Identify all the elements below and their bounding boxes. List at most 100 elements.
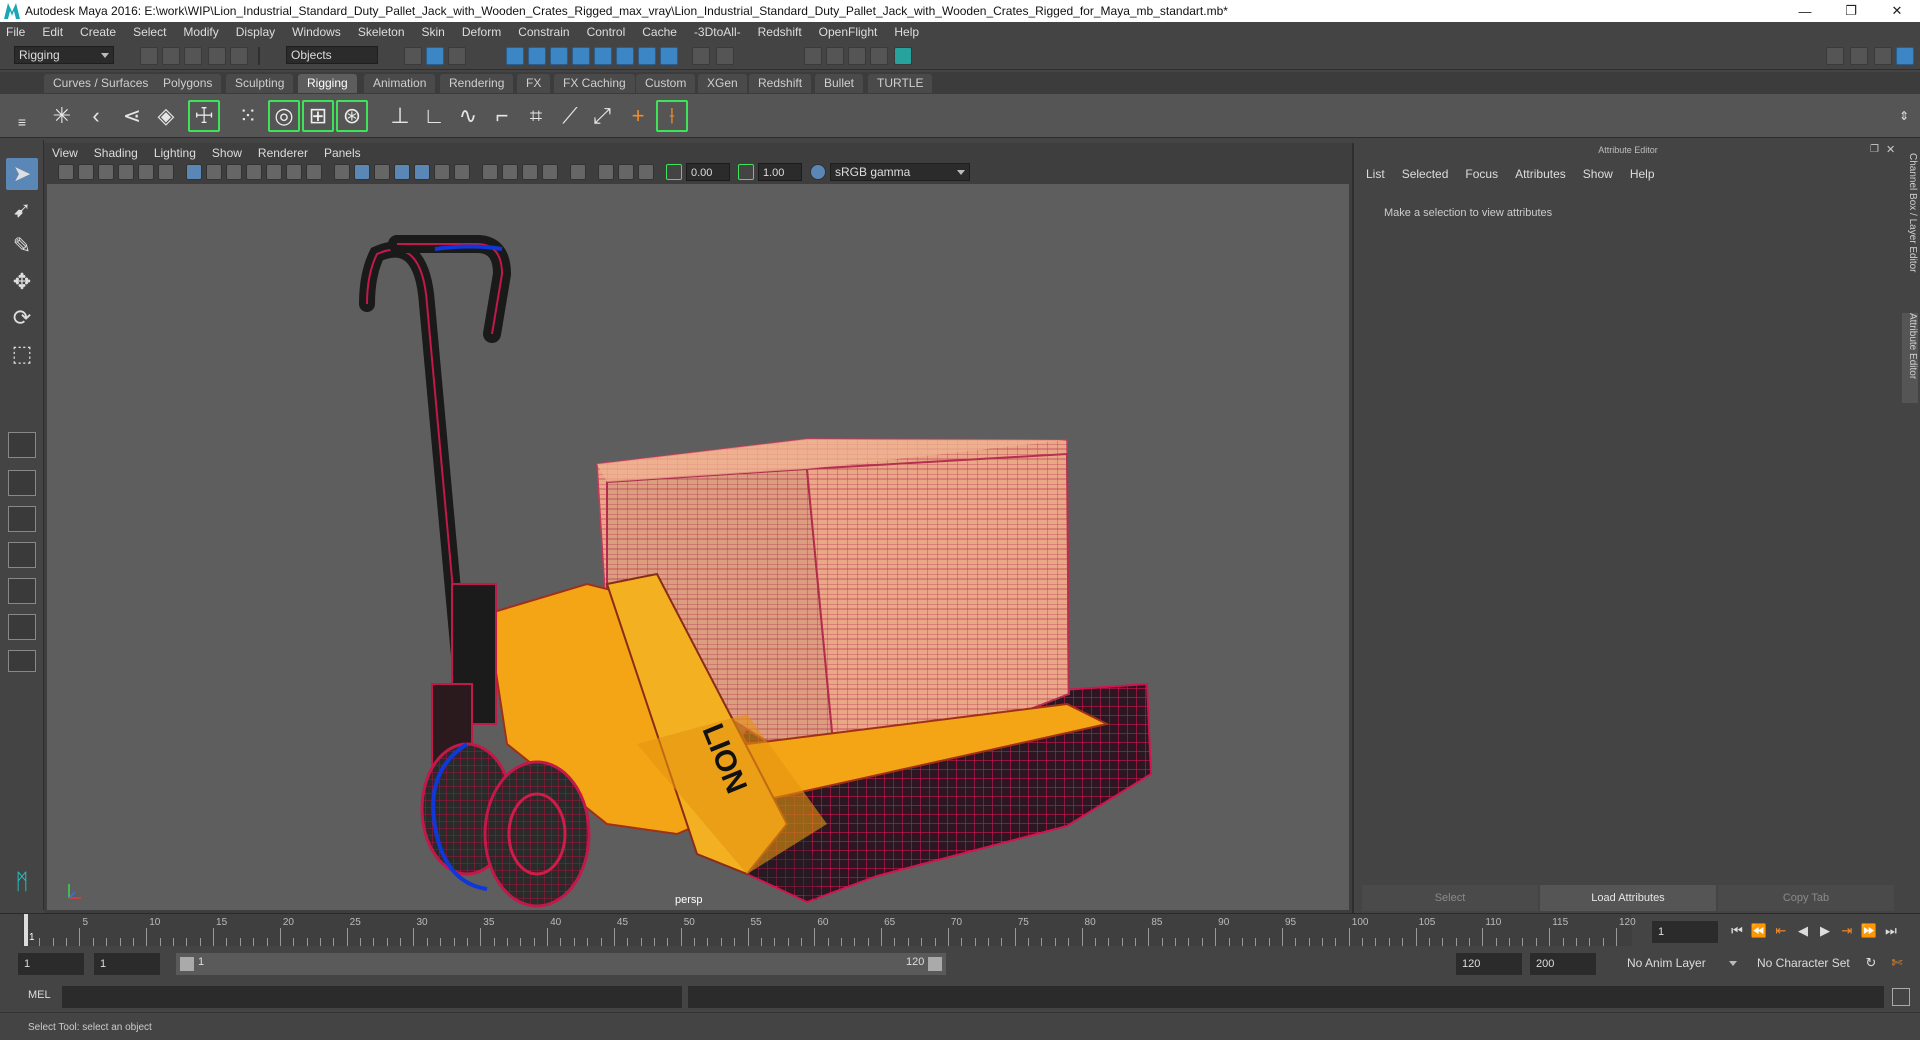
select-hierarchy-icon[interactable]	[404, 47, 422, 65]
snap-uv-icon[interactable]	[660, 47, 678, 65]
load-attributes-button[interactable]: Load Attributes	[1540, 885, 1716, 911]
minimize-button[interactable]: —	[1782, 0, 1828, 22]
go-to-start-icon[interactable]: ⏮	[1728, 922, 1746, 940]
persp-uv-layout-icon[interactable]	[8, 614, 36, 640]
save-scene-icon[interactable]	[184, 47, 202, 65]
ambient-occlusion-icon[interactable]	[482, 164, 498, 180]
menu-select[interactable]: Select	[133, 25, 166, 39]
menu-3dtoall[interactable]: -3DtoAll-	[694, 25, 741, 39]
hypershade-icon[interactable]	[870, 47, 888, 65]
ae-menu-list[interactable]: List	[1366, 167, 1385, 181]
gate-mask-icon[interactable]	[246, 164, 262, 180]
scale-tool-icon[interactable]: ⬚	[6, 338, 38, 370]
step-back-frame-icon[interactable]: ⏪	[1750, 922, 1768, 940]
smooth-shade-icon[interactable]	[354, 164, 370, 180]
resolution-gate-icon[interactable]	[226, 164, 242, 180]
shelf-tab-turtle[interactable]: TURTLE	[868, 74, 933, 93]
shelf-tab-animation[interactable]: Animation	[364, 74, 436, 93]
menu-set-dropdown[interactable]: Rigging	[14, 46, 114, 64]
menu-help[interactable]: Help	[894, 25, 919, 39]
script-editor-icon[interactable]	[1892, 988, 1910, 1006]
viewport-menu-show[interactable]: Show	[212, 146, 242, 160]
shelf-tab-polygons[interactable]: Polygons	[154, 74, 222, 93]
custom-layout-icon[interactable]	[8, 650, 36, 672]
exposure-icon[interactable]	[666, 164, 682, 180]
shadows-icon[interactable]	[454, 164, 470, 180]
single-perspective-layout-icon[interactable]	[8, 432, 36, 458]
exposure-field[interactable]: 0.00	[686, 163, 730, 181]
ae-menu-attributes[interactable]: Attributes	[1515, 167, 1566, 181]
lasso-tool-icon[interactable]: ➹	[6, 194, 38, 226]
scale-constraint-icon[interactable]: ⌗	[520, 100, 552, 132]
move-tool-icon[interactable]: ✥	[6, 266, 38, 298]
anim-layer-dropdown[interactable]: No Anim Layer	[1622, 954, 1742, 972]
safe-title-icon[interactable]	[306, 164, 322, 180]
select-button[interactable]: Select	[1362, 885, 1538, 911]
open-scene-icon[interactable]	[162, 47, 180, 65]
shelf-tab-curves-surfaces[interactable]: Curves / Surfaces	[44, 74, 158, 93]
persp-graph-layout-icon[interactable]	[8, 542, 36, 568]
range-end-handle[interactable]	[928, 957, 942, 971]
step-forward-frame-icon[interactable]: ⏩	[1860, 922, 1878, 940]
isolate-select-icon[interactable]	[570, 164, 586, 180]
point-constraint-icon[interactable]: ∿	[452, 100, 484, 132]
snap-curve-icon[interactable]	[528, 47, 546, 65]
menu-file[interactable]: File	[6, 25, 25, 39]
shelf-tab-xgen[interactable]: XGen	[698, 74, 747, 93]
close-button[interactable]: ✕	[1874, 0, 1920, 22]
play-forwards-icon[interactable]: ▶	[1816, 922, 1834, 940]
selection-mask-dropdown[interactable]: Objects	[286, 46, 378, 64]
current-time-indicator[interactable]	[24, 914, 28, 946]
render-current-frame-icon[interactable]	[804, 47, 822, 65]
shelf-scroll-icon[interactable]: ⇕	[1888, 100, 1920, 132]
snap-vertex-icon[interactable]	[616, 47, 634, 65]
step-back-key-icon[interactable]: ⇤	[1772, 922, 1790, 940]
ae-menu-focus[interactable]: Focus	[1465, 167, 1498, 181]
restore-button[interactable]: ❐	[1828, 0, 1874, 22]
menu-modify[interactable]: Modify	[183, 25, 218, 39]
depth-of-field-icon[interactable]	[542, 164, 558, 180]
3d-viewport[interactable]: LION persp	[47, 184, 1349, 910]
menu-control[interactable]: Control	[587, 25, 626, 39]
animation-preferences-icon[interactable]: ✄	[1888, 954, 1906, 972]
viewport-menu-view[interactable]: View	[52, 146, 78, 160]
persp-outliner-layout-icon[interactable]	[8, 506, 36, 532]
view-transform-dropdown[interactable]: sRGB gamma	[830, 163, 970, 181]
locator-icon[interactable]: ☩	[188, 100, 220, 132]
viewport-menu-lighting[interactable]: Lighting	[154, 146, 196, 160]
select-component-icon[interactable]	[448, 47, 466, 65]
cluster-icon[interactable]: ⁙	[232, 100, 264, 132]
add-influence-icon[interactable]: +	[622, 100, 654, 132]
motion-blur-icon[interactable]	[502, 164, 518, 180]
go-to-end-icon[interactable]: ⏭	[1882, 922, 1900, 940]
rotate-tool-icon[interactable]: ⟳	[6, 302, 38, 334]
lock-icon[interactable]	[692, 47, 710, 65]
render-view-icon[interactable]	[894, 47, 912, 65]
shelf-tab-rendering[interactable]: Rendering	[440, 74, 514, 93]
shelf-tab-rigging[interactable]: Rigging	[298, 74, 357, 93]
menu-create[interactable]: Create	[80, 25, 116, 39]
ae-menu-selected[interactable]: Selected	[1402, 167, 1449, 181]
orient-constraint-icon[interactable]: ⌐	[486, 100, 518, 132]
shelf-tab-redshift[interactable]: Redshift	[749, 74, 812, 93]
paint-weights-icon[interactable]: ⟊	[656, 100, 688, 132]
two-d-pan-icon[interactable]	[138, 164, 154, 180]
viewport-menu-shading[interactable]: Shading	[94, 146, 138, 160]
snap-view-icon[interactable]	[572, 47, 590, 65]
menu-skin[interactable]: Skin	[422, 25, 445, 39]
xray-joints-icon[interactable]	[638, 164, 654, 180]
image-plane-icon[interactable]	[118, 164, 134, 180]
shelf-tab-fx[interactable]: FX	[517, 74, 551, 93]
camera-select-icon[interactable]	[58, 164, 74, 180]
viewport-menu-panels[interactable]: Panels	[324, 146, 361, 160]
wireframe-icon[interactable]	[334, 164, 350, 180]
step-forward-key-icon[interactable]: ⇥	[1838, 922, 1856, 940]
undo-icon[interactable]	[208, 47, 226, 65]
maya-home-icon[interactable]: ᛗ	[6, 866, 38, 898]
snap-grid-icon[interactable]	[506, 47, 524, 65]
menu-deform[interactable]: Deform	[462, 25, 501, 39]
gamma-field[interactable]: 1.00	[758, 163, 802, 181]
four-view-layout-icon[interactable]	[8, 470, 36, 496]
film-gate-icon[interactable]	[206, 164, 222, 180]
viewport-menu-renderer[interactable]: Renderer	[258, 146, 308, 160]
